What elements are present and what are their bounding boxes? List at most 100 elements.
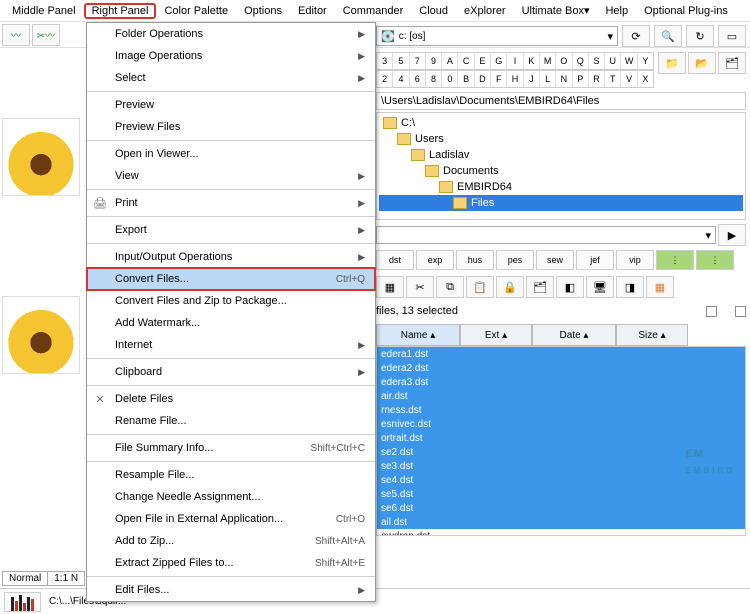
lock-icon[interactable]: 🔒: [496, 276, 524, 298]
ext-⋮[interactable]: ⋮: [696, 250, 734, 270]
tree-node-files[interactable]: Files: [379, 195, 743, 211]
filter-go-icon[interactable]: ▶: [718, 224, 746, 246]
drive-letter-H[interactable]: H: [507, 71, 523, 87]
menu-item-add-watermark[interactable]: Add Watermark...: [87, 312, 375, 334]
thumbnail-sunflower-1[interactable]: [2, 118, 80, 196]
ext-hus[interactable]: hus: [456, 250, 494, 270]
tree-node-users[interactable]: Users: [379, 131, 743, 147]
menu-item-edit-files[interactable]: Edit Files...▶: [87, 579, 375, 601]
drive-letter-0[interactable]: 0: [442, 71, 458, 87]
drive-letter-grid[interactable]: 3579ACEGIKMOQSUWY 24680BDFHJLNPRTVX: [376, 52, 654, 88]
drive-letter-L[interactable]: L: [540, 71, 556, 87]
menu-item-view[interactable]: View▶: [87, 165, 375, 187]
menu-item-preview-files[interactable]: Preview Files: [87, 116, 375, 138]
paste-icon[interactable]: 📋: [466, 276, 494, 298]
ext-dst[interactable]: dst: [376, 250, 414, 270]
menu-item-add-to-zip[interactable]: Add to Zip...Shift+Alt+A: [87, 530, 375, 552]
drive-letter-9[interactable]: 9: [426, 53, 442, 69]
folder-tree[interactable]: C:\UsersLadislavDocumentsEMBIRD64Files: [376, 112, 746, 220]
ext-jef[interactable]: jef: [576, 250, 614, 270]
drive-letter-8[interactable]: 8: [426, 71, 442, 87]
menu-item-input-output-operations[interactable]: Input/Output Operations▶: [87, 246, 375, 268]
drive-select[interactable]: 💽c: [os] ▾: [376, 26, 618, 46]
right-panel-menu[interactable]: Folder Operations▶Image Operations▶Selec…: [86, 22, 376, 602]
drive-letter-O[interactable]: O: [556, 53, 572, 69]
menu-item-select[interactable]: Select▶: [87, 67, 375, 89]
menu-cloud[interactable]: Cloud: [411, 3, 456, 19]
extension-filter-grid[interactable]: dstexphuspessewjefvip⋮⋮: [376, 250, 746, 270]
menu-item-print[interactable]: 🖨Print▶: [87, 192, 375, 214]
drive-letter-7[interactable]: 7: [410, 53, 426, 69]
ext-exp[interactable]: exp: [416, 250, 454, 270]
file-row[interactable]: se4.dst: [377, 473, 745, 487]
menu-item-clipboard[interactable]: Clipboard▶: [87, 361, 375, 383]
folder-up-b-icon[interactable]: 📂: [688, 52, 716, 74]
monitor-icon[interactable]: 🖥: [586, 276, 614, 298]
menu-item-change-needle-assignment[interactable]: Change Needle Assignment...: [87, 486, 375, 508]
tree-node-ladislav[interactable]: Ladislav: [379, 147, 743, 163]
stack-icon[interactable]: 🗂: [526, 276, 554, 298]
drive-letter-R[interactable]: R: [589, 71, 605, 87]
file-row[interactable]: owdrop.dst: [377, 529, 745, 536]
ext-pes[interactable]: pes: [496, 250, 534, 270]
drive-letter-S[interactable]: S: [589, 53, 605, 69]
drive-letter-5[interactable]: 5: [393, 53, 409, 69]
menu-right-panel[interactable]: Right Panel: [84, 3, 157, 19]
folder-up-a-icon[interactable]: 📁: [658, 52, 686, 74]
menu-item-convert-files[interactable]: Convert Files...Ctrl+Q: [87, 268, 375, 290]
tool-b-icon[interactable]: ◧: [556, 276, 584, 298]
tool-c-icon[interactable]: ◨: [616, 276, 644, 298]
file-row[interactable]: se5.dst: [377, 487, 745, 501]
menu-item-file-summary-info[interactable]: File Summary Info...Shift+Ctrl+C: [87, 437, 375, 459]
drive-letter-Q[interactable]: Q: [573, 53, 589, 69]
menu-item-preview[interactable]: Preview: [87, 94, 375, 116]
drive-letter-W[interactable]: W: [621, 53, 637, 69]
filter-combo[interactable]: ▾: [376, 226, 716, 244]
menu-editor[interactable]: Editor: [290, 3, 335, 19]
card-icon[interactable]: ▭: [718, 25, 746, 47]
menu-item-rename-file[interactable]: Rename File...: [87, 410, 375, 432]
drive-letter-J[interactable]: J: [524, 71, 540, 87]
drive-letter-I[interactable]: I: [507, 53, 523, 69]
file-row[interactable]: edera3.dst: [377, 375, 745, 389]
drive-letter-Y[interactable]: Y: [638, 53, 653, 69]
file-row[interactable]: rness.dst: [377, 403, 745, 417]
cut-icon[interactable]: ✂: [406, 276, 434, 298]
ext-⋮[interactable]: ⋮: [656, 250, 694, 270]
menu-item-open-in-viewer[interactable]: Open in Viewer...: [87, 143, 375, 165]
drive-letter-M[interactable]: M: [540, 53, 556, 69]
drive-letter-4[interactable]: 4: [393, 71, 409, 87]
checkbox-a[interactable]: [706, 306, 717, 317]
drive-letter-T[interactable]: T: [605, 71, 621, 87]
thumbnail-sunflower-2[interactable]: [2, 296, 80, 374]
ext-sew[interactable]: sew: [536, 250, 574, 270]
drive-letter-P[interactable]: P: [573, 71, 589, 87]
menu-middle-panel[interactable]: Middle Panel: [4, 3, 84, 19]
tab-1-1-n[interactable]: 1:1 N: [47, 571, 85, 586]
menu-item-convert-files-and-zip-to-package[interactable]: Convert Files and Zip to Package...: [87, 290, 375, 312]
menu-item-resample-file[interactable]: Resample File...: [87, 464, 375, 486]
drive-letter-3[interactable]: 3: [377, 53, 393, 69]
tree-node-embird64[interactable]: EMBIRD64: [379, 179, 743, 195]
menu-item-folder-operations[interactable]: Folder Operations▶: [87, 23, 375, 45]
menu-item-export[interactable]: Export▶: [87, 219, 375, 241]
refresh-main-icon[interactable]: ⟳: [622, 25, 650, 47]
tool-wave-strike-icon[interactable]: ✂〰: [32, 24, 60, 46]
menu-optional-plug-ins[interactable]: Optional Plug-ins: [636, 3, 736, 19]
tree-node-documents[interactable]: Documents: [379, 163, 743, 179]
column-ext[interactable]: Ext ▴: [460, 324, 532, 346]
menu-color-palette[interactable]: Color Palette: [156, 3, 236, 19]
drive-letter-V[interactable]: V: [621, 71, 637, 87]
column-size[interactable]: Size ▴: [616, 324, 688, 346]
file-row[interactable]: edera1.dst: [377, 347, 745, 361]
menu-item-image-operations[interactable]: Image Operations▶: [87, 45, 375, 67]
menu-commander[interactable]: Commander: [335, 3, 412, 19]
drive-letter-F[interactable]: F: [491, 71, 507, 87]
grid-orange-icon[interactable]: ▦: [646, 276, 674, 298]
tool-wave-green-icon[interactable]: 〰: [2, 24, 30, 46]
file-row[interactable]: ail.dst: [377, 515, 745, 529]
drive-letter-E[interactable]: E: [475, 53, 491, 69]
column-date[interactable]: Date ▴: [532, 324, 616, 346]
copy-icon[interactable]: ⧉: [436, 276, 464, 298]
tool-a-icon[interactable]: ▦: [376, 276, 404, 298]
